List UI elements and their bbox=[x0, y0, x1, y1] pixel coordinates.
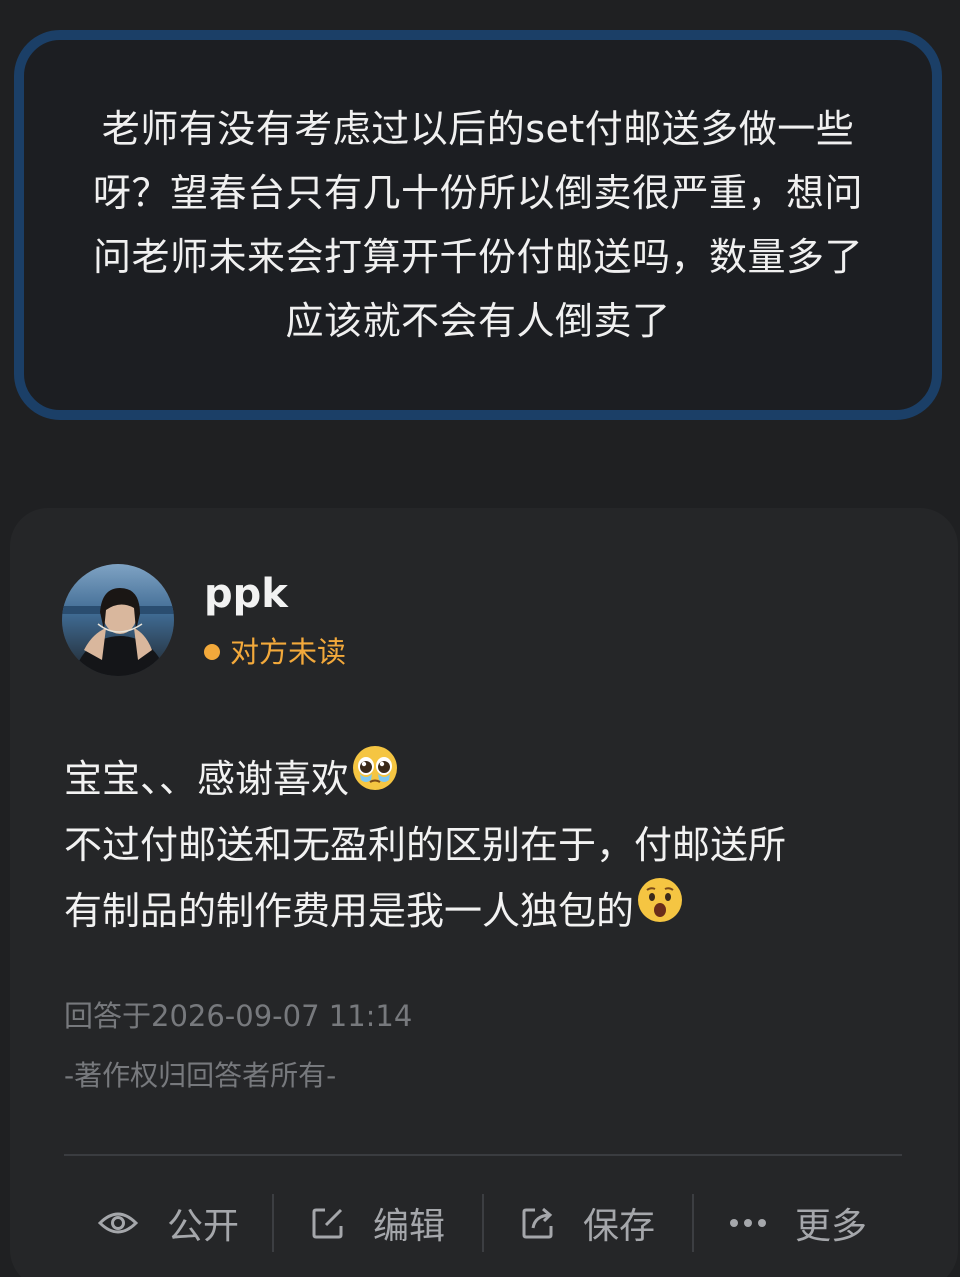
eye-icon bbox=[97, 1212, 139, 1234]
pleading-face-icon bbox=[351, 744, 399, 812]
hushed-face-icon bbox=[636, 876, 684, 944]
copyright-notice: -著作权归回答者所有- bbox=[64, 1059, 337, 1092]
more-button[interactable]: 更多 bbox=[694, 1192, 902, 1254]
status-dot-icon bbox=[204, 644, 220, 660]
question-card: 老师有没有考虑过以后的set付邮送多做一些呀？望春台只有几十份所以倒卖很严重，想… bbox=[14, 30, 942, 420]
answer-body: 宝宝、、感谢喜欢 不过付邮送和无盈利的区别在于，付邮送所 有制品的制作费用是我一… bbox=[64, 744, 904, 944]
read-status-text: 对方未读 bbox=[230, 635, 347, 669]
answer-line: 不过付邮送和无盈利的区别在于，付邮送所 bbox=[64, 823, 787, 867]
page: 老师有没有考虑过以后的set付邮送多做一些呀？望春台只有几十份所以倒卖很严重，想… bbox=[0, 0, 960, 1277]
action-bar: 公开 编辑 保存 更多 bbox=[64, 1192, 902, 1254]
username[interactable]: ppk bbox=[204, 568, 288, 620]
answer-line-text: 宝宝、、感谢喜欢 bbox=[64, 757, 350, 801]
avatar[interactable] bbox=[62, 564, 174, 676]
edit-label: 编辑 bbox=[372, 1206, 445, 1247]
share-icon bbox=[522, 1207, 553, 1239]
read-status: 对方未读 bbox=[204, 632, 346, 672]
save-button[interactable]: 保存 bbox=[484, 1192, 692, 1254]
more-dots-icon bbox=[729, 1219, 766, 1227]
public-label: 公开 bbox=[166, 1206, 239, 1247]
avatar-photo bbox=[62, 564, 174, 676]
public-button[interactable]: 公开 bbox=[64, 1192, 272, 1254]
answer-line: 有制品的制作费用是我一人独包的 bbox=[64, 876, 904, 944]
divider bbox=[64, 1154, 902, 1156]
edit-icon bbox=[312, 1208, 343, 1239]
save-label: 保存 bbox=[582, 1206, 655, 1247]
answer-card: ppk 对方未读 宝宝、、感谢喜欢 不过付邮送和无盈利的区别在于，付邮送所 有制… bbox=[10, 508, 958, 1277]
edit-button[interactable]: 编辑 bbox=[274, 1192, 482, 1254]
answer-line: 宝宝、、感谢喜欢 bbox=[64, 744, 904, 812]
answer-timestamp: 回答于2026-09-07 11:14 bbox=[64, 999, 413, 1033]
answer-line-text: 有制品的制作费用是我一人独包的 bbox=[64, 889, 635, 933]
question-text: 老师有没有考虑过以后的set付邮送多做一些呀？望春台只有几十份所以倒卖很严重，想… bbox=[92, 107, 863, 343]
more-label: 更多 bbox=[794, 1206, 867, 1247]
